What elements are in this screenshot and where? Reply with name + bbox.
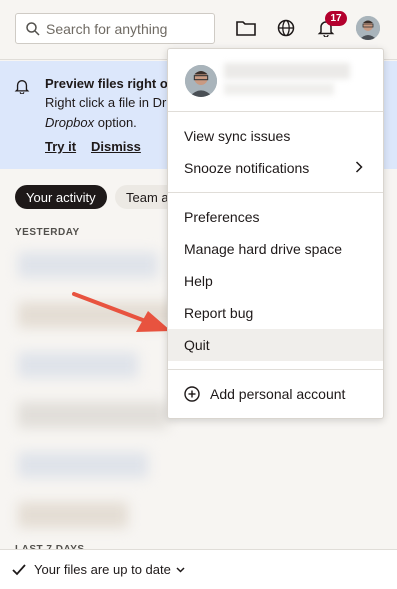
dismiss-link[interactable]: Dismiss — [91, 139, 141, 154]
account-menu: View sync issues Snooze notifications Pr… — [167, 48, 384, 419]
menu-item-manage-hard-drive-space[interactable]: Manage hard drive space — [168, 233, 383, 265]
divider — [168, 369, 383, 370]
menu-item-report-bug[interactable]: Report bug — [168, 297, 383, 329]
banner-title: Preview files right on — [45, 76, 176, 91]
globe-icon[interactable] — [275, 17, 297, 39]
menu-item-snooze-notifications[interactable]: Snooze notifications — [168, 152, 383, 184]
avatar[interactable] — [356, 16, 380, 40]
notification-badge: 17 — [325, 11, 347, 26]
plus-circle-icon — [184, 386, 200, 402]
sync-status-text: Your files are up to date — [34, 562, 171, 577]
menu-item-add-personal-account[interactable]: Add personal account — [168, 378, 383, 410]
account-email-redacted — [224, 83, 334, 95]
section-label-yesterday: YESTERDAY — [15, 227, 80, 238]
menu-item-view-sync-issues[interactable]: View sync issues — [168, 120, 383, 152]
banner-text: Right click a file in Dr — [45, 95, 167, 110]
chevron-right-icon — [355, 161, 363, 173]
menu-item-quit[interactable]: Quit — [168, 329, 383, 361]
banner-text-2: Dropbox option. — [45, 115, 137, 130]
bell-icon — [14, 80, 30, 94]
checkmark-icon — [12, 563, 26, 575]
divider — [168, 192, 383, 193]
account-name-redacted — [224, 63, 350, 79]
search-icon — [26, 21, 40, 36]
pointer-arrow-icon — [72, 292, 171, 332]
menu-item-help[interactable]: Help — [168, 265, 383, 297]
chevron-down-icon — [176, 566, 185, 573]
try-it-link[interactable]: Try it — [45, 139, 76, 154]
search-box[interactable] — [15, 13, 215, 44]
search-input[interactable] — [46, 20, 196, 37]
folder-icon[interactable] — [235, 17, 257, 39]
sync-status-bar[interactable]: Your files are up to date — [0, 549, 397, 589]
menu-item-preferences[interactable]: Preferences — [168, 201, 383, 233]
avatar — [185, 65, 217, 97]
divider — [168, 111, 383, 112]
account-header — [168, 49, 383, 111]
tab-your-activity[interactable]: Your activity — [15, 185, 107, 209]
